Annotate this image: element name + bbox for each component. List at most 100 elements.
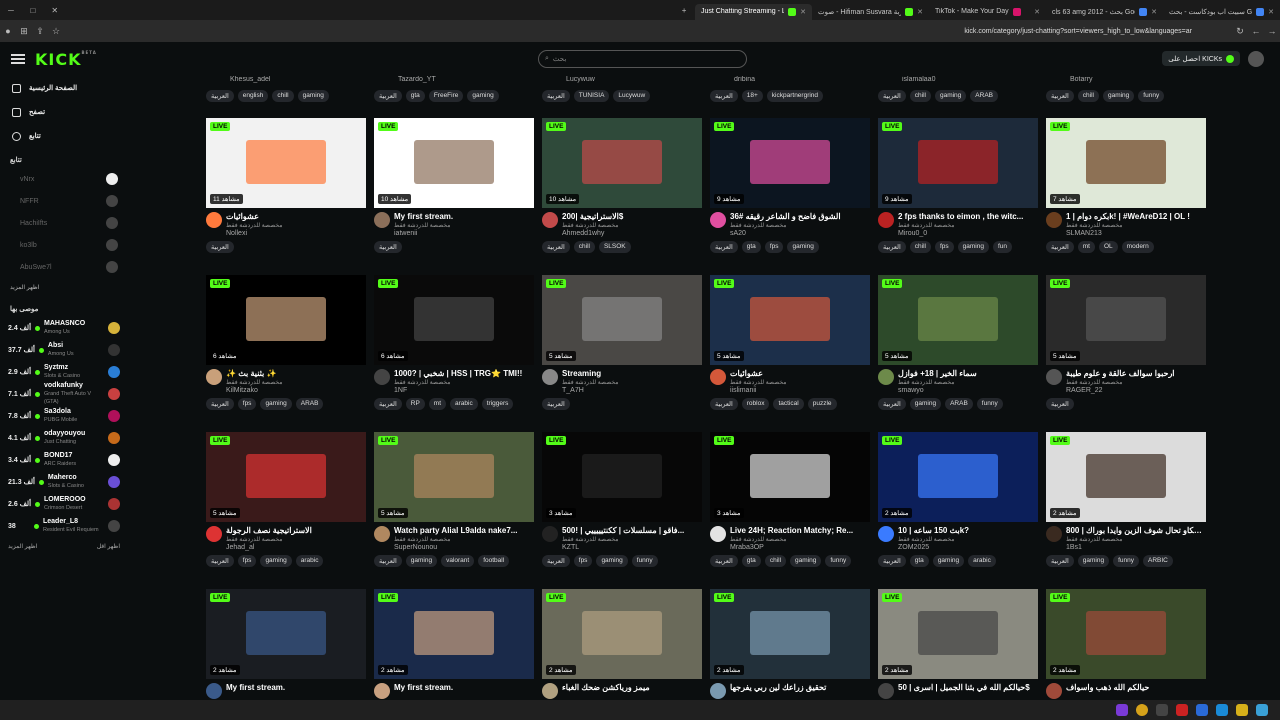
stream-thumbnail[interactable]: LIVE 3 مشاهد xyxy=(542,432,702,522)
tag-chip[interactable]: 18+ xyxy=(741,90,763,102)
channel-name[interactable]: KilMitzako xyxy=(226,387,362,394)
sidebar-recommended-item[interactable]: 2.6 ألف LOMEROOO Crimson Desert xyxy=(0,493,128,515)
new-tab-button[interactable]: + xyxy=(673,0,695,20)
bookmark-star-icon[interactable]: ☆ xyxy=(48,26,64,37)
avatar[interactable] xyxy=(542,526,558,542)
tag-chip[interactable]: fun xyxy=(992,241,1013,253)
get-kicks-button[interactable]: احصل على KICKs xyxy=(1162,51,1240,66)
partial-card[interactable]: dribina العربية 18+ kickpartnergrind xyxy=(710,76,870,102)
channel-name[interactable]: islamalaa0 xyxy=(878,76,1038,86)
partial-card[interactable]: Botarry العربية chill gaming funny xyxy=(1046,76,1206,102)
stream-thumbnail[interactable]: LIVE 6 مشاهد xyxy=(206,275,366,365)
avatar[interactable] xyxy=(206,683,222,699)
avatar[interactable] xyxy=(878,212,894,228)
tag-chip[interactable]: العربية xyxy=(710,241,738,253)
tag-chip[interactable]: funny xyxy=(976,398,1003,410)
stream-title[interactable]: ✨ بثنية بث ✨ xyxy=(226,369,362,378)
avatar[interactable] xyxy=(542,212,558,228)
menu-icon[interactable] xyxy=(11,54,25,64)
avatar[interactable] xyxy=(710,526,726,542)
stream-card[interactable]: LIVE 9 مشاهد 2 fps thanks to eimon , the w… xyxy=(878,118,1038,268)
stream-category[interactable]: مخصصة للدردشة فقط xyxy=(394,222,530,229)
channel-name[interactable]: iatwenii xyxy=(394,230,530,237)
stream-thumbnail[interactable]: LIVE 2 مشاهد xyxy=(878,589,1038,679)
stream-card[interactable]: LIVE 3 مشاهد Live 24H; Reaction Matchy; Re… xyxy=(710,432,870,582)
stream-title[interactable]: حيالكم الله ذهب واسواف xyxy=(1066,683,1202,692)
stream-thumbnail[interactable]: LIVE 2 مشاهد xyxy=(1046,432,1206,522)
sidebar-following-item[interactable]: AbuSwe7l xyxy=(0,256,128,278)
tag-chip[interactable]: FreeFire xyxy=(428,90,464,102)
tag-chip[interactable]: fps xyxy=(764,241,784,253)
stream-card[interactable]: LIVE 2 مشاهد حيالكم الله ذهب واسواف xyxy=(1046,589,1206,700)
tag-chip[interactable]: gaming xyxy=(787,241,819,253)
stream-title[interactable]: الشوق فاضح و الشاعر رقيقه #36 xyxy=(730,212,866,221)
stream-card[interactable]: LIVE 5 مشاهد Streaming مخصصة للدردشة فقط T_A… xyxy=(542,275,702,425)
stream-card[interactable]: LIVE 2 مشاهد بلكاو تحال شوف الزين وايدا بو… xyxy=(1046,432,1206,582)
stream-thumbnail[interactable]: LIVE 9 مشاهد xyxy=(710,118,870,208)
stream-card[interactable]: LIVE 5 مشاهد عشوائيات مخصصة للدردشة فقط iisl… xyxy=(710,275,870,425)
tag-chip[interactable]: العربية xyxy=(1046,241,1074,253)
stream-title[interactable]: بكره دوام | 1k! | #WeAreD12 | OL ! xyxy=(1066,212,1202,221)
avatar[interactable] xyxy=(542,369,558,385)
tag-chip[interactable]: ARAB xyxy=(970,90,998,102)
stream-title[interactable]: Live 24H; Reaction Matchy; Re... xyxy=(730,526,866,535)
avatar[interactable] xyxy=(374,212,390,228)
tag-chip[interactable]: chill xyxy=(573,241,595,253)
tag-chip[interactable]: gaming xyxy=(934,90,967,102)
tab-close-icon[interactable]: ✕ xyxy=(1268,8,1274,16)
stream-category[interactable]: مخصصة للدردشة فقط xyxy=(730,379,866,386)
stream-card[interactable]: LIVE 5 مشاهد الاستراتيجية نصف الرجولة مخصصة… xyxy=(206,432,366,582)
tag-chip[interactable]: roblox xyxy=(741,398,770,410)
show-more-link[interactable]: اظهر المزيد xyxy=(8,543,37,550)
tag-chip[interactable]: gta xyxy=(405,90,425,102)
stream-thumbnail[interactable]: LIVE 5 مشاهد xyxy=(374,432,534,522)
browser-tab[interactable]: صوت - Hifiman Susvara تجربة ✕ xyxy=(812,4,929,20)
stream-card[interactable]: LIVE 10 مشاهد My first stream. مخصصة للدردش… xyxy=(374,118,534,268)
user-avatar[interactable] xyxy=(1248,51,1264,67)
tag-chip[interactable]: العربية xyxy=(206,555,234,567)
stream-category[interactable]: مخصصة للدردشة فقط xyxy=(898,222,1034,229)
stream-card[interactable]: LIVE 6 مشاهد شخبي | ?1000 | HSS | TRG⭐ TMI… xyxy=(374,275,534,425)
reload-icon[interactable]: ↻ xyxy=(1232,26,1248,37)
avatar[interactable] xyxy=(374,526,390,542)
tag-chip[interactable]: العربية xyxy=(878,398,906,410)
window-restore-button[interactable]: □ xyxy=(22,0,44,20)
stream-title[interactable]: الاستراتيجية نصف الرجولة xyxy=(226,526,362,535)
tag-chip[interactable]: funny xyxy=(825,555,852,567)
tag-chip[interactable]: العربية xyxy=(1046,90,1074,102)
tag-chip[interactable]: gaming xyxy=(957,241,989,253)
tag-chip[interactable]: SLSOK xyxy=(598,241,631,253)
tag-chip[interactable]: gaming xyxy=(790,555,822,567)
taskbar-app-icon[interactable] xyxy=(1236,704,1248,716)
stream-title[interactable]: سماء الخير | 18+ فوازل xyxy=(898,369,1034,378)
avatar[interactable] xyxy=(1046,369,1062,385)
tag-chip[interactable]: funny xyxy=(631,555,658,567)
share-icon[interactable]: ⇪ xyxy=(32,26,48,37)
channel-name[interactable]: 1NF xyxy=(394,387,530,394)
kick-logo[interactable]: KICKBETA xyxy=(35,50,97,69)
forward-icon[interactable]: → xyxy=(1264,26,1280,36)
stream-thumbnail[interactable]: LIVE 2 مشاهد xyxy=(878,432,1038,522)
sidebar-recommended-item[interactable]: 21.3 ألف Maherco Slots & Casino xyxy=(0,471,128,493)
avatar[interactable] xyxy=(374,683,390,699)
tag-chip[interactable]: TUNISIA xyxy=(573,90,610,102)
stream-card[interactable]: LIVE 11 مشاهد عشوائيات مخصصة للدردشة فقط Nol… xyxy=(206,118,366,268)
stream-card[interactable]: LIVE 2 مشاهد حيالكم الله في بثنا الجميل | … xyxy=(878,589,1038,700)
tab-close-icon[interactable]: ✕ xyxy=(917,8,923,16)
extensions-icon[interactable]: ⊞ xyxy=(16,26,32,37)
stream-card[interactable]: LIVE 7 مشاهد بكره دوام | 1k! | #WeAreD12 |… xyxy=(1046,118,1206,268)
channel-name[interactable]: Mraba3OP xyxy=(730,544,866,551)
sidebar-following-item[interactable]: NFFR xyxy=(0,190,128,212)
stream-category[interactable]: مخصصة للدردشة فقط xyxy=(730,222,866,229)
tag-chip[interactable]: gaming xyxy=(909,398,942,410)
tag-chip[interactable]: العربية xyxy=(1046,398,1074,410)
stream-card[interactable]: LIVE 2 مشاهد بث 150 ساعه | 10k? مخصصة للدرد… xyxy=(878,432,1038,582)
nav-following[interactable]: تتابع xyxy=(0,124,128,148)
avatar[interactable] xyxy=(206,212,222,228)
sidebar-following-item[interactable]: ko3lb xyxy=(0,234,128,256)
tag-chip[interactable]: العربية xyxy=(374,555,402,567)
tab-close-icon[interactable]: ✕ xyxy=(1034,8,1040,16)
show-less-link[interactable]: اظهر اقل xyxy=(97,543,120,550)
stream-title[interactable]: My first stream. xyxy=(394,212,530,221)
stream-category[interactable]: مخصصة للدردشة فقط xyxy=(562,536,698,543)
